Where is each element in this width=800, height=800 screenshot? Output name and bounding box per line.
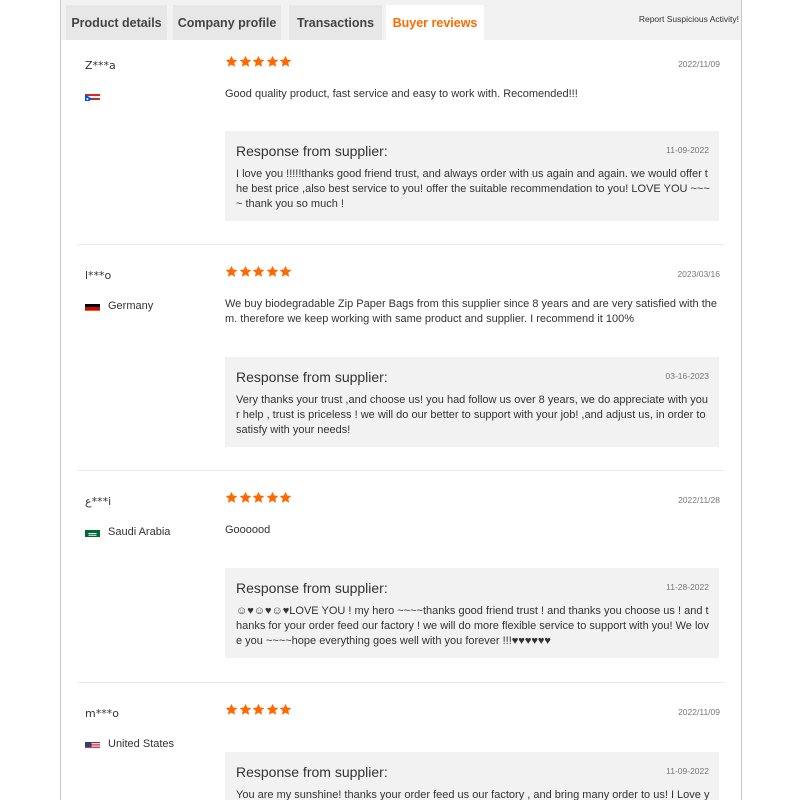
response-title: Response from supplier: <box>236 369 388 385</box>
star-icon <box>252 491 265 503</box>
germany-flag-icon <box>85 301 100 311</box>
response-date: 03-16-2023 <box>665 371 709 381</box>
tab-buyer-reviews[interactable]: Buyer reviews <box>386 5 484 40</box>
review-divider <box>77 470 725 471</box>
reviewer-name: Z***a <box>85 59 116 72</box>
rating-stars <box>225 703 293 716</box>
saudi-arabia-flag-icon <box>85 527 100 537</box>
supplier-response: Response from supplier: 11-09-2022 I lov… <box>225 131 719 221</box>
country-name: Germany <box>108 300 154 312</box>
response-text: Very thanks your trust ,and choose us! y… <box>236 394 709 436</box>
tab-product-details[interactable]: Product details <box>66 5 167 40</box>
response-date: 11-09-2022 <box>666 145 709 155</box>
reviewer-country <box>85 89 100 103</box>
star-icon <box>252 55 265 67</box>
star-icon <box>279 491 292 503</box>
review-comment: Good quality product, fast service and e… <box>225 88 578 100</box>
review-date: 2023/03/16 <box>677 269 720 279</box>
star-icon <box>279 703 292 715</box>
star-icon <box>239 703 251 715</box>
response-title: Response from supplier: <box>236 143 388 159</box>
review-date: 2022/11/09 <box>678 707 720 717</box>
tab-bar: Product details Company profile Transact… <box>61 0 741 40</box>
country-name: United States <box>108 738 175 750</box>
star-icon <box>225 55 238 67</box>
response-date: 11-09-2022 <box>666 766 709 776</box>
rating-stars <box>225 265 293 278</box>
reviews-panel: Product details Company profile Transact… <box>60 0 742 800</box>
review-divider <box>77 244 725 245</box>
star-icon <box>239 491 251 503</box>
tab-company-profile[interactable]: Company profile <box>173 5 281 40</box>
review-comment: We buy biodegradable Zip Paper Bags from… <box>225 298 717 325</box>
response-title: Response from supplier: <box>236 580 388 596</box>
supplier-response: Response from supplier: 03-16-2023 Very … <box>225 357 719 447</box>
star-icon <box>266 703 278 715</box>
supplier-response: Response from supplier: 11-09-2022 You a… <box>225 752 719 800</box>
reviewer-name: ع***i <box>85 495 112 508</box>
review-divider <box>77 682 725 683</box>
puerto-rico-flag-icon <box>85 91 100 101</box>
rating-stars <box>225 55 293 68</box>
united-states-flag-icon <box>85 739 100 749</box>
report-suspicious-link[interactable]: Report Suspicious Activity! <box>639 14 739 24</box>
response-date: 11-28-2022 <box>666 582 709 592</box>
star-icon <box>252 703 265 715</box>
tab-transactions[interactable]: Transactions <box>289 5 382 40</box>
star-icon <box>225 265 238 277</box>
star-icon <box>239 265 251 277</box>
review-comment: Goooood <box>225 524 271 536</box>
country-name: Saudi Arabia <box>108 526 171 538</box>
star-icon <box>239 55 251 67</box>
response-text: You are my sunshine! thanks your order f… <box>236 789 710 800</box>
response-title: Response from supplier: <box>236 764 388 780</box>
reviewer-country: Saudi Arabia <box>85 525 170 539</box>
review-date: 2022/11/09 <box>678 59 720 69</box>
star-icon <box>252 265 265 277</box>
response-text: ☺♥☺♥☺♥LOVE YOU ! my hero ~~~~thanks good… <box>236 605 710 647</box>
reviewer-country: United States <box>85 737 174 751</box>
reviewer-name: m***o <box>85 707 119 720</box>
supplier-response: Response from supplier: 11-28-2022 ☺♥☺♥☺… <box>225 568 719 658</box>
response-text: I love you !!!!!thanks good friend trust… <box>236 168 710 210</box>
star-icon <box>279 55 292 67</box>
star-icon <box>279 265 292 277</box>
star-icon <box>225 703 238 715</box>
reviewer-country: Germany <box>85 299 153 313</box>
star-icon <box>225 491 238 503</box>
star-icon <box>266 491 278 503</box>
reviewer-name: l***o <box>85 269 112 282</box>
review-date: 2022/11/28 <box>678 495 720 505</box>
rating-stars <box>225 491 293 504</box>
star-icon <box>266 55 278 67</box>
star-icon <box>266 265 278 277</box>
